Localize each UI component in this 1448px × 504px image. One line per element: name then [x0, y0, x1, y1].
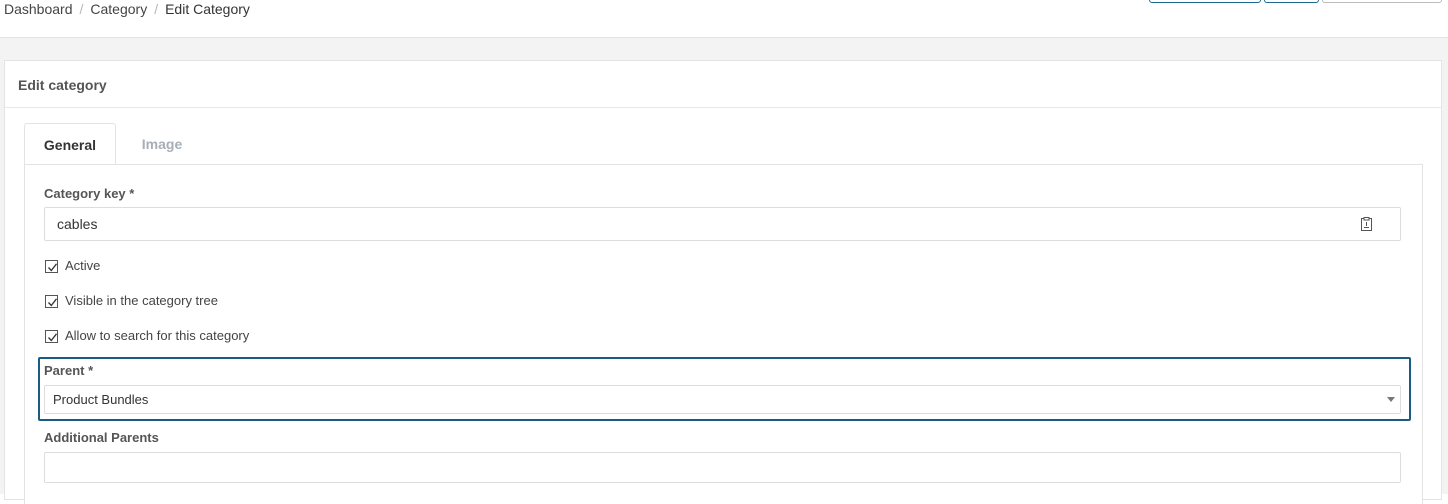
active-checkbox[interactable]: [45, 260, 58, 273]
edit-category-card: Edit category General Image Category key…: [4, 60, 1442, 504]
parent-label: Parent *: [44, 363, 94, 378]
breadcrumb-dashboard[interactable]: Dashboard: [4, 1, 73, 17]
additional-parents-input[interactable]: [44, 452, 1401, 483]
searchable-checkbox[interactable]: [45, 330, 58, 343]
breadcrumb: Dashboard / Category / Edit Category: [4, 1, 250, 18]
checkmark-icon: [48, 333, 58, 342]
additional-parents-label: Additional Parents: [44, 430, 159, 445]
category-key-label: Category key *: [44, 186, 135, 201]
dropdown-arrow-icon: [1387, 397, 1395, 402]
card-title: Edit category: [18, 77, 107, 93]
active-label: Active: [65, 258, 101, 273]
parent-selected-value: Product Bundles: [53, 392, 149, 407]
searchable-label: Allow to search for this category: [65, 328, 250, 343]
breadcrumb-separator: /: [154, 1, 159, 17]
tab-image[interactable]: Image: [116, 123, 208, 165]
card-header: Edit category: [5, 61, 1441, 108]
visible-checkbox[interactable]: [45, 295, 58, 308]
category-key-value: cables: [57, 216, 98, 232]
checkmark-icon: [48, 263, 58, 272]
tab-general[interactable]: General: [24, 123, 116, 165]
breadcrumb-separator: /: [79, 1, 84, 17]
header-action-button-3[interactable]: [1322, 0, 1442, 3]
breadcrumb-category[interactable]: Category: [90, 1, 147, 17]
clipboard-icon[interactable]: [1361, 217, 1372, 231]
checkmark-icon: [48, 298, 58, 307]
breadcrumb-current: Edit Category: [165, 1, 250, 17]
parent-select[interactable]: Product Bundles: [44, 385, 1401, 414]
header-action-button-1[interactable]: [1149, 0, 1261, 3]
header-action-button-2[interactable]: [1264, 0, 1319, 3]
category-key-input[interactable]: cables: [44, 207, 1401, 241]
top-bar: Dashboard / Category / Edit Category: [0, 0, 1448, 38]
visible-label: Visible in the category tree: [65, 293, 218, 308]
